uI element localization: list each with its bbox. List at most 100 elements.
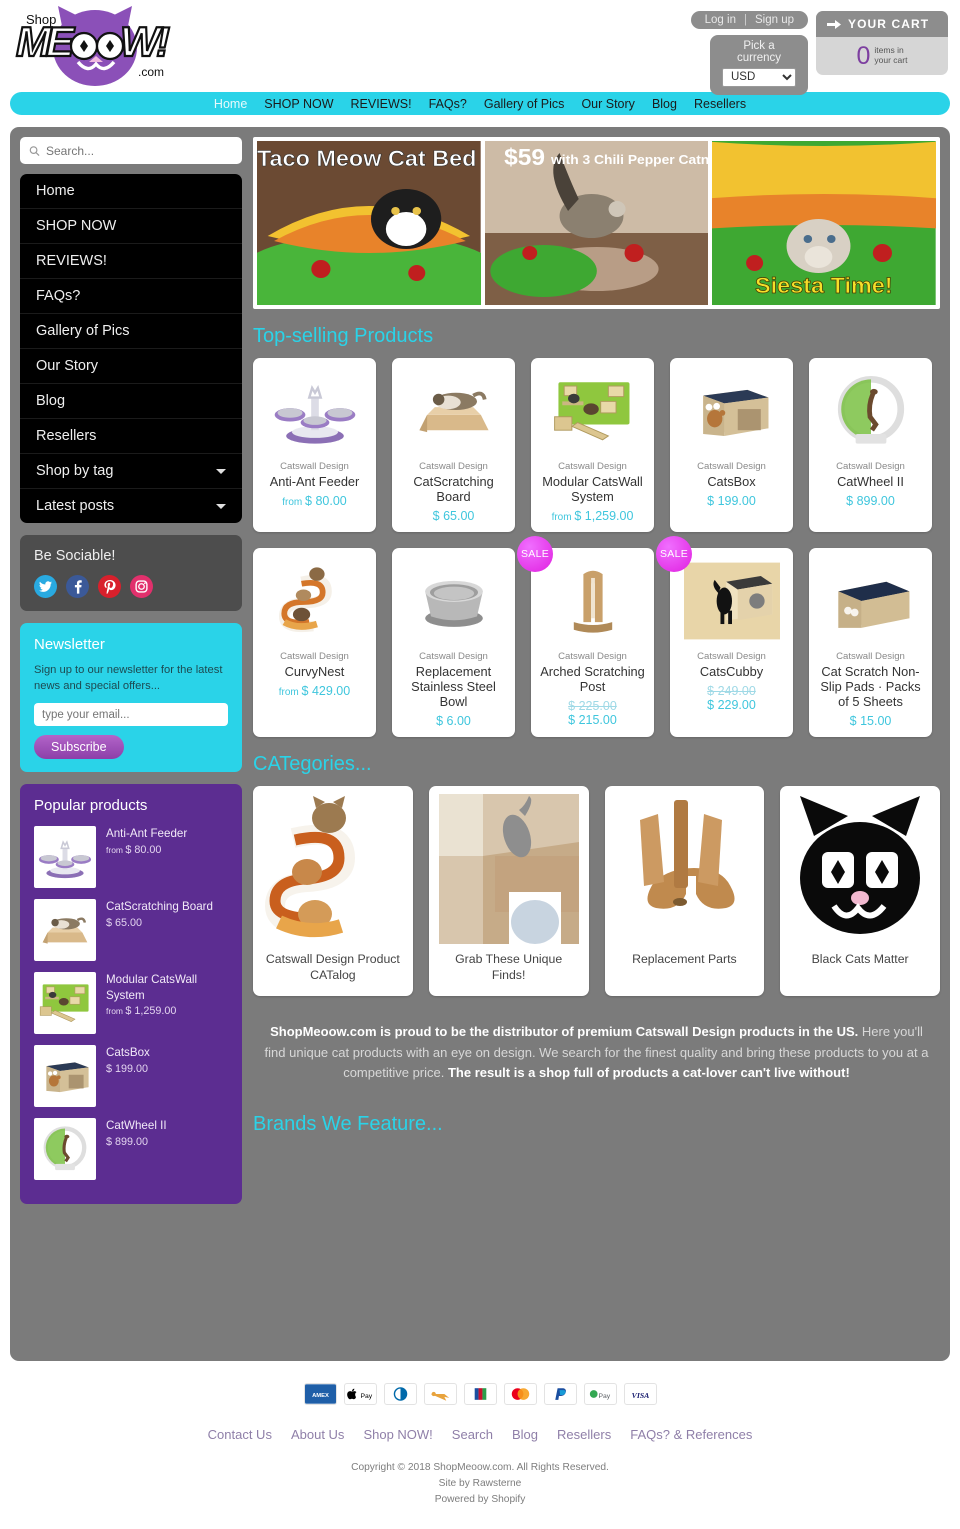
svg-text:Pay: Pay [360, 1393, 372, 1400]
sidebar-item-gallery-of-pics[interactable]: Gallery of Pics [20, 314, 242, 349]
product-vendor: Catswall Design [280, 651, 349, 663]
subscribe-button[interactable]: Subscribe [34, 735, 124, 760]
product-card[interactable]: Catswall Design CurvyNest from $ 429.00 [253, 548, 376, 738]
currency-picker[interactable]: Pick a currency USD [710, 35, 808, 95]
footer-link-resellers[interactable]: Resellers [557, 1427, 611, 1442]
product-image [260, 557, 369, 645]
product-price: from $ 429.00 [279, 684, 350, 698]
chevron-down-icon[interactable] [216, 503, 226, 509]
popular-product-name: CatWheel II [106, 1119, 167, 1133]
nav-item-home[interactable]: Home [214, 97, 247, 111]
nav-item-our-story[interactable]: Our Story [581, 97, 635, 111]
sidebar-item-faqs[interactable]: FAQs? [20, 279, 242, 314]
price-value: $ 899.00 [106, 1135, 149, 1148]
popular-product-name: CatsBox [106, 1046, 150, 1060]
category-card[interactable]: Catswall Design Product CATalog [253, 786, 413, 997]
currency-select[interactable]: USD [722, 67, 796, 87]
banner-slide-3[interactable]: Siesta Time! [712, 141, 937, 305]
popular-product-item[interactable]: CatWheel II $ 899.00 [34, 1118, 228, 1181]
product-old-price: $ 249.00 [707, 684, 756, 699]
site-header: M E W ! Shop .com Log in | Sign up Pick … [0, 0, 960, 95]
promo-banner[interactable]: Taco Meow Cat Bed $59 with 3 Chili Peppe… [253, 137, 940, 309]
popular-product-item[interactable]: CatsBox $ 199.00 [34, 1045, 228, 1108]
category-card[interactable]: Black Cats Matter [780, 786, 940, 997]
sidebar-item-shop-now[interactable]: SHOP NOW [20, 209, 242, 244]
cart-widget[interactable]: YOUR CART 0 items in your cart [816, 11, 948, 75]
product-card[interactable]: Catswall Design Replacement Stainless Ste… [392, 548, 515, 738]
product-card[interactable]: Catswall Design Anti-Ant Feeder from $ 80.… [253, 358, 376, 533]
price-value: $ 1,259.00 [125, 1004, 177, 1017]
categories-title: CATegories... [253, 753, 372, 776]
sidebar-item-blog[interactable]: Blog [20, 384, 242, 419]
banner-slide-1[interactable]: Taco Meow Cat Bed [257, 141, 481, 305]
product-name: Arched Scratching Post [540, 664, 645, 695]
svg-text:Pay: Pay [598, 1393, 610, 1400]
product-card[interactable]: Catswall Design CatWheel II $ 899.00 [809, 358, 932, 533]
category-card[interactable]: Grab These Unique Finds! [428, 786, 589, 997]
footer-link-contact-us[interactable]: Contact Us [208, 1427, 272, 1442]
product-card[interactable]: Catswall Design CatScratching Board $ 65.0… [392, 358, 515, 533]
nav-item-shop-now[interactable]: SHOP NOW [264, 97, 333, 111]
svg-text:Taco Meow Cat Bed: Taco Meow Cat Bed [257, 146, 476, 171]
jcb-icon [463, 1383, 497, 1405]
sidebar-item-latest-posts[interactable]: Latest posts [20, 489, 242, 523]
nav-item-resellers[interactable]: Resellers [694, 97, 746, 111]
product-card[interactable]: SALE Catswall Design Arched Scratching Pos… [517, 536, 654, 738]
category-card[interactable]: Replacement Parts [604, 786, 765, 997]
chevron-down-icon[interactable] [216, 468, 226, 474]
search-box[interactable] [20, 137, 242, 164]
product-card[interactable]: Catswall Design Cat Scratch Non-Slip Pads… [809, 548, 932, 738]
footer-link-faqs-references[interactable]: FAQs? & References [630, 1427, 752, 1442]
twitter-icon[interactable] [34, 575, 57, 598]
popular-product-item[interactable]: Anti-Ant Feeder from $ 80.00 [34, 826, 228, 889]
footer-link-blog[interactable]: Blog [512, 1427, 538, 1442]
popular-product-item[interactable]: Modular CatsWall System from $ 1,259.00 [34, 972, 228, 1035]
product-price: from $ 80.00 [282, 494, 347, 508]
product-card[interactable]: Catswall Design Modular CatsWall System fr… [531, 358, 654, 533]
footer-link-about-us[interactable]: About Us [291, 1427, 344, 1442]
login-link[interactable]: Log in [705, 14, 736, 26]
nav-item-blog[interactable]: Blog [652, 97, 677, 111]
instagram-icon[interactable] [130, 575, 153, 598]
newsletter-email-input[interactable] [34, 703, 228, 727]
popular-product-item[interactable]: CatScratching Board $ 65.00 [34, 899, 228, 962]
sidebar-item-shop-by-tag[interactable]: Shop by tag [20, 454, 242, 489]
sidebar-item-home[interactable]: Home [20, 174, 242, 209]
cart-header: YOUR CART [816, 11, 948, 37]
price-value: $ 215.00 [568, 713, 617, 728]
product-card[interactable]: SALE Catswall Design CatsCubby $ 249.00 $ 22… [656, 536, 793, 738]
footer-link-shop-now[interactable]: Shop NOW! [363, 1427, 432, 1442]
facebook-icon[interactable] [66, 575, 89, 598]
signup-link[interactable]: Sign up [755, 14, 794, 26]
google-pay-icon: Pay [583, 1383, 617, 1405]
currency-label: Pick a currency [736, 40, 782, 64]
footer-links: Contact Us About Us Shop NOW! Search Blog Res… [0, 1427, 960, 1442]
category-image [261, 794, 405, 944]
category-label: Replacement Parts [632, 952, 737, 967]
svg-text:Siesta Time!: Siesta Time! [755, 273, 893, 298]
popular-product-thumbnail [34, 1118, 96, 1181]
sidebar-item-our-story[interactable]: Our Story [20, 349, 242, 384]
arrow-right-icon [827, 19, 841, 29]
pinterest-icon[interactable] [98, 575, 121, 598]
site-logo[interactable]: M E W ! Shop .com [10, 4, 180, 86]
product-old-price: $ 225.00 [568, 699, 617, 714]
product-price: $ 65.00 [433, 509, 475, 523]
product-image [538, 557, 647, 645]
product-card[interactable]: Catswall Design CatsBox $ 199.00 [670, 358, 793, 533]
newsletter-text: Sign up to our newsletter for the latest… [34, 664, 223, 693]
price-value: $ 229.00 [707, 698, 756, 713]
sidebar-item-reviews[interactable]: REVIEWS! [20, 244, 242, 279]
paypal-icon [543, 1383, 577, 1405]
banner-slide-2[interactable]: $59 with 3 Chili Pepper Catnip toys! [484, 141, 709, 305]
search-input[interactable] [46, 143, 233, 158]
product-price: $ 225.00 $ 215.00 [568, 699, 617, 727]
nav-item-reviews[interactable]: REVIEWS! [351, 97, 412, 111]
svg-text:AMEX: AMEX [312, 1393, 329, 1399]
footer-link-search[interactable]: Search [452, 1427, 493, 1442]
product-image [677, 557, 786, 645]
nav-item-gallery-of-pics[interactable]: Gallery of Pics [484, 97, 565, 111]
nav-item-faqs[interactable]: FAQs? [429, 97, 467, 111]
popular-product-price: from $ 80.00 [106, 844, 187, 856]
sidebar-item-resellers[interactable]: Resellers [20, 419, 242, 454]
